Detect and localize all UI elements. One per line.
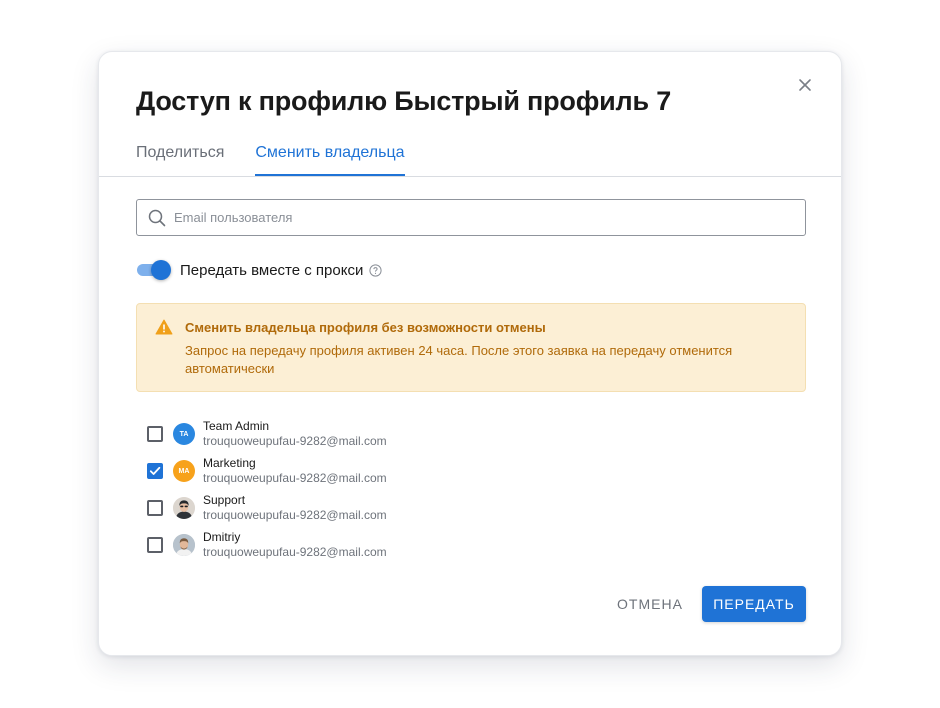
- proxy-toggle-row: Передать вместе с прокси: [136, 259, 382, 281]
- user-checkbox[interactable]: [147, 463, 163, 479]
- tab-change-owner[interactable]: Сменить владельца: [255, 142, 405, 176]
- share-profile-dialog: Доступ к профилю Быстрый профиль 7 Подел…: [98, 51, 842, 656]
- tabs-divider: [99, 176, 841, 177]
- toggle-knob: [151, 260, 171, 280]
- user-row[interactable]: MA Marketing trouquoweupufau-9282@mail.c…: [147, 454, 447, 491]
- tab-bar: Поделиться Сменить владельца: [136, 142, 405, 176]
- user-row[interactable]: TA Team Admin trouquoweupufau-9282@mail.…: [147, 417, 447, 454]
- avatar: TA: [173, 423, 195, 445]
- user-email: trouquoweupufau-9282@mail.com: [203, 545, 387, 559]
- tab-share[interactable]: Поделиться: [136, 142, 224, 176]
- dialog-title: Доступ к профилю Быстрый профиль 7: [136, 86, 672, 116]
- warning-alert: Сменить владельца профиля без возможност…: [136, 303, 806, 392]
- search-icon: [148, 209, 166, 226]
- user-name: Dmitriy: [203, 530, 241, 544]
- user-checkbox[interactable]: [147, 500, 163, 516]
- user-checkbox[interactable]: [147, 426, 163, 442]
- transfer-proxy-toggle[interactable]: [136, 259, 171, 281]
- checkmark-icon: [149, 466, 161, 475]
- user-name: Support: [203, 493, 246, 507]
- cancel-button[interactable]: ОТМЕНА: [609, 586, 691, 622]
- avatar-initials: MA: [178, 467, 190, 475]
- user-email: trouquoweupufau-9282@mail.com: [203, 508, 387, 522]
- avatar-photo: [173, 497, 195, 519]
- search-field[interactable]: [136, 199, 806, 236]
- warning-triangle-icon: [155, 319, 173, 335]
- close-icon[interactable]: [797, 77, 813, 93]
- user-email: trouquoweupufau-9282@mail.com: [203, 434, 387, 448]
- user-email: trouquoweupufau-9282@mail.com: [203, 471, 387, 485]
- user-checkbox[interactable]: [147, 537, 163, 553]
- person-photo-icon: [173, 497, 195, 519]
- user-row[interactable]: Support trouquoweupufau-9282@mail.com: [147, 491, 447, 528]
- avatar-photo: [173, 534, 195, 556]
- avatar: MA: [173, 460, 195, 482]
- question-circle-icon[interactable]: [369, 263, 382, 277]
- user-name: Team Admin: [203, 419, 270, 433]
- alert-title: Сменить владельца профиля без возможност…: [185, 320, 546, 335]
- user-name: Marketing: [203, 456, 256, 470]
- avatar-initials: TA: [179, 430, 189, 438]
- transfer-proxy-label: Передать вместе с прокси: [180, 261, 364, 279]
- transfer-button[interactable]: ПЕРЕДАТЬ: [702, 586, 806, 622]
- alert-text: Запрос на передачу профиля активен 24 ча…: [185, 343, 733, 376]
- person-photo-icon: [173, 534, 195, 556]
- user-list: TA Team Admin trouquoweupufau-9282@mail.…: [147, 417, 447, 565]
- user-row[interactable]: Dmitriy trouquoweupufau-9282@mail.com: [147, 528, 447, 565]
- email-search-input[interactable]: [174, 210, 774, 225]
